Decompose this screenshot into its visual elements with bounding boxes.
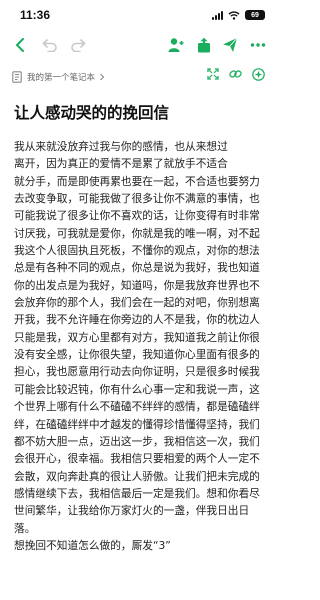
note-line: 你的出发点是为我好，知道吗，你是我放弃世界也不	[14, 278, 260, 292]
note-body[interactable]: 我从来就没放弃过我与你的感情，也从来想过 离开，因为真正的爱情不是累了就放手不适合…	[14, 138, 266, 554]
note-line: 担心，我也愿意用行动去向你证明，只是很多时候我	[14, 365, 260, 379]
expand-icon[interactable]	[207, 68, 219, 80]
note-line: 落。	[14, 521, 36, 535]
note-line: 世间繁华，让我给你万家灯火的一盏，伴我日出日	[14, 504, 250, 518]
ai-assistant-icon[interactable]	[252, 68, 265, 81]
note-line: 就分手，而是即使再累也要在一起，不合适也要努力	[14, 174, 260, 188]
note-line: 离开，因为真正的爱情不是累了就放手不适合	[14, 157, 228, 171]
status-time: 11:36	[20, 8, 51, 22]
note-toolbar	[0, 30, 277, 60]
add-person-icon[interactable]	[166, 35, 186, 55]
note-line: 会散，双向奔赴真的很让人骄傲。让我们把未完成的	[14, 469, 260, 483]
note-line: 总是有各种不同的观点，你总是说为我好，我也知道	[14, 261, 260, 275]
note-line: 会很开心，很幸福。我相信只要相爱的两个人一定不	[14, 452, 260, 466]
note-line: 开我，我不允许睡在你旁边的人不是我，你的枕边人	[14, 313, 260, 327]
notebook-icon	[12, 71, 22, 83]
notebook-selector[interactable]: 我的第一个笔记本	[12, 66, 265, 88]
note-line: 讨厌我，可我就是爱你，你就是我的唯一啊，对不起	[14, 226, 260, 240]
note-line: 想挽回不知道怎么做的，厮发“3”	[14, 538, 171, 552]
note-line: 去改变争取，可能我做了很多让你不满意的事情，也	[14, 192, 260, 206]
redo-icon[interactable]	[68, 35, 88, 55]
chevron-left-icon[interactable]	[10, 35, 30, 55]
note-line: 只能是我，双方心里都有对方，我知道我之前让你很	[14, 330, 260, 344]
signal-icon	[212, 10, 223, 20]
undo-icon[interactable]	[40, 35, 60, 55]
note-line: 没有安全感，让你很失望，我知道你心里面有很多的	[14, 348, 260, 362]
note-line: 可能会比较迟钝，你有什么心事一定和我说一声，这	[14, 382, 260, 396]
status-bar: 11:36 69	[0, 0, 277, 30]
note-line: 感情继续下去，我相信最后一定是我们。想和你看尽	[14, 486, 260, 500]
notebook-name: 我的第一个笔记本	[27, 73, 96, 83]
note-line: 绊，在磕磕绊绊中才越发的懂得珍惜懂得坚持，我们	[14, 417, 260, 431]
note-line: 都不妨大胆一点，迈出这一步，我相信这一次，我们	[14, 434, 260, 448]
send-icon[interactable]	[220, 35, 240, 55]
share-icon[interactable]	[194, 35, 214, 55]
note-line: 我这个人很固执且死板，不懂你的观点，对你的想法	[14, 244, 260, 258]
note-line: 会放弃你的那个人，我们会在一起的对吧，你别想离	[14, 296, 260, 310]
battery-icon: 69	[245, 10, 265, 20]
note-line: 个世界上哪有什么不磕磕不绊绊的感情，都是磕磕绊	[14, 400, 260, 414]
link-icon[interactable]	[229, 68, 242, 80]
chevron-right-icon	[100, 73, 105, 81]
status-icons: 69	[212, 10, 265, 20]
wifi-icon	[228, 10, 240, 20]
more-icon[interactable]	[248, 35, 268, 55]
note-line: 我从来就没放弃过我与你的感情，也从来想过	[14, 140, 228, 153]
note-line: 可能我说了很多让你不喜欢的话，让你变得有时非常	[14, 209, 260, 223]
note-title[interactable]: 让人感动哭的的挽回信	[14, 101, 169, 123]
